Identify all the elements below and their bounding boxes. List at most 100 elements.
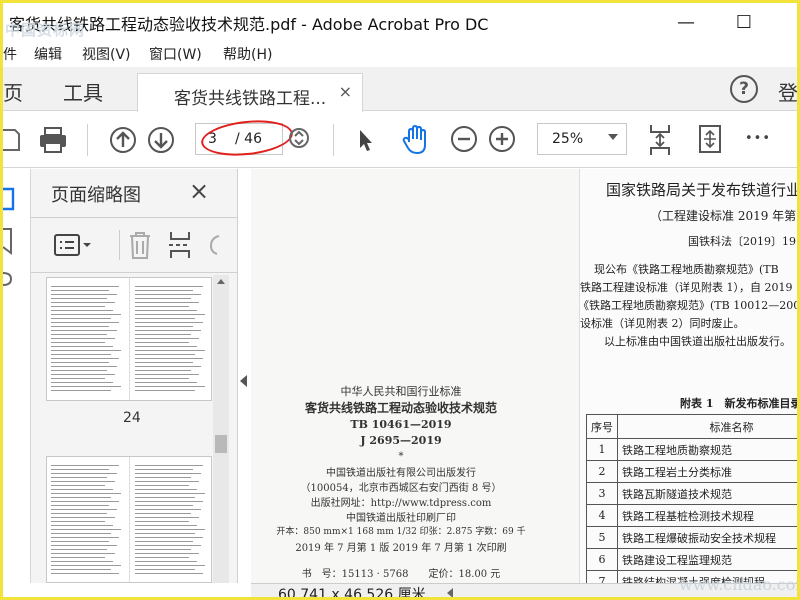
thumbnail-text-line xyxy=(135,573,203,574)
thumbnail-options-icon[interactable] xyxy=(53,232,93,264)
hand-tool-icon[interactable] xyxy=(399,123,433,157)
select-cursor-icon[interactable] xyxy=(355,126,377,154)
thumbnail-text-line xyxy=(51,573,119,574)
thumbnail-text-line xyxy=(135,521,189,522)
maximize-button[interactable]: ☐ xyxy=(721,9,767,35)
thumbnail-panel: 页面缩略图 × 24 xyxy=(31,169,238,583)
page-thumbnail[interactable] xyxy=(46,277,212,401)
thumbnail-text-line xyxy=(135,493,205,494)
document-view[interactable]: 中华人民共和国行业标准 客货共线铁路工程动态验收技术规范 TB 10461—20… xyxy=(251,169,797,583)
thumbnail-text-line xyxy=(51,370,107,371)
thumbnail-text-line xyxy=(51,541,109,542)
colophon-line: 书 号：15113 · 5768 定价：18.00 元 xyxy=(301,569,501,580)
more-tools-button[interactable]: ••• xyxy=(743,126,773,150)
next-page-icon[interactable] xyxy=(145,124,177,156)
thumbnail-text-line xyxy=(51,290,109,291)
thumbnail-text-line xyxy=(51,569,111,570)
extract-pages-icon[interactable] xyxy=(167,230,193,264)
page-thumbnail[interactable] xyxy=(46,456,212,583)
thumbnail-text-line xyxy=(51,489,113,490)
thumbnail-text-line xyxy=(51,533,111,534)
zoom-in-icon[interactable] xyxy=(487,124,517,154)
tab-home[interactable]: 主页 xyxy=(3,77,23,106)
thumbnail-text-line xyxy=(135,509,201,510)
menu-view[interactable]: 视图(V) xyxy=(82,44,131,64)
tab-document[interactable]: 客货共线铁路工程... × xyxy=(137,73,363,112)
thumbnail-scrollbar[interactable] xyxy=(213,275,229,583)
colophon-line: 中华人民共和国行业标准 xyxy=(340,385,462,398)
thumbnail-text-line xyxy=(135,485,189,486)
page-thumbnails-icon[interactable] xyxy=(3,185,17,217)
thumbnail-text-line xyxy=(51,314,121,315)
table-cell: 2 xyxy=(586,460,618,483)
thumbnail-text-line xyxy=(135,310,197,311)
thumbnail-text-line xyxy=(51,509,117,510)
thumbnail-text-line xyxy=(51,465,119,466)
scroll-mode-icon[interactable] xyxy=(695,122,725,156)
thumbnail-text-line xyxy=(135,322,203,323)
thumbnail-text-line xyxy=(135,350,205,351)
table-cell: 1 xyxy=(586,438,618,461)
title-bar: 客货共线铁路工程动态验收技术规范.pdf - Adobe Acrobat Pro… xyxy=(3,3,797,41)
thumbnail-text-line xyxy=(135,390,195,391)
table-row: 5 铁路工程爆破振动安全技术规程 xyxy=(586,526,797,549)
thumbnail-text-line xyxy=(51,537,119,538)
thumbnail-text-line xyxy=(135,565,205,566)
thumbnail-text-line xyxy=(51,469,109,470)
fit-page-icon[interactable] xyxy=(645,122,675,158)
thumbnail-text-line xyxy=(135,553,199,554)
minimize-button[interactable]: — xyxy=(663,9,709,35)
scrollbar-thumb[interactable] xyxy=(215,435,227,453)
zoom-level-select[interactable]: 25% xyxy=(537,123,627,155)
collapse-panel-arrow[interactable] xyxy=(240,375,247,387)
pdf-page-left: 中华人民共和国行业标准 客货共线铁路工程动态验收技术规范 TB 10461—20… xyxy=(251,169,579,583)
help-icon[interactable]: ? xyxy=(730,75,758,103)
menu-window[interactable]: 窗口(W) xyxy=(149,44,202,64)
thumbnail-text-line xyxy=(51,485,105,486)
thumbnail-text-line xyxy=(135,489,197,490)
chevron-down-icon xyxy=(608,134,618,140)
colophon-line: * xyxy=(398,451,404,462)
thumbnail-text-line xyxy=(135,549,191,550)
thumbnail-text-line xyxy=(135,529,205,530)
thumbnail-text-line xyxy=(51,529,121,530)
thumbnail-text-line xyxy=(51,358,119,359)
thumbnail-text-line xyxy=(51,517,115,518)
scroll-up-arrow[interactable] xyxy=(217,279,225,284)
thumbnail-text-line xyxy=(135,386,205,387)
paragraph-line: 以上标准由中国铁道出版社出版发行。 xyxy=(604,335,791,348)
colophon-line: 出版社网址：http://www.tdpress.com xyxy=(310,498,492,509)
menu-file[interactable]: 件 xyxy=(3,44,17,64)
tab-document-label: 客货共线铁路工程... xyxy=(174,89,327,109)
thumbnail-text-line xyxy=(135,338,199,339)
tab-tools[interactable]: 工具 xyxy=(63,77,103,106)
zoom-out-icon[interactable] xyxy=(449,124,479,154)
thumbnail-text-line xyxy=(135,557,189,558)
thumbnail-text-line xyxy=(135,473,201,474)
menu-help[interactable]: 帮助(H) xyxy=(223,44,272,64)
standards-table: 序号 标准名称 1 铁路工程地质勘察规范 2 铁路工程岩土分类标准 3 铁路瓦斯隧道技… xyxy=(586,414,797,583)
scroll-left-arrow[interactable] xyxy=(447,588,453,597)
attachments-icon[interactable] xyxy=(3,267,15,295)
colophon-line: 中国铁道出版社印刷厂印 xyxy=(346,513,456,524)
previous-page-icon[interactable] xyxy=(107,124,139,156)
menu-edit[interactable]: 编辑 xyxy=(34,44,62,64)
page-stepper-icon[interactable] xyxy=(287,126,311,150)
navigation-pane xyxy=(3,169,31,583)
table-cell: 6 xyxy=(586,548,618,571)
thumbnail-text-line xyxy=(135,517,199,518)
print-icon[interactable] xyxy=(37,124,69,156)
thumbnail-text-line xyxy=(135,286,203,287)
sign-in-link[interactable]: 登 xyxy=(778,77,797,106)
thumbnail-text-line xyxy=(135,370,191,371)
watermark-url: www.cndao.com xyxy=(679,575,800,594)
thumbnail-text-line xyxy=(51,294,117,295)
close-panel-button[interactable]: × xyxy=(189,177,209,205)
tab-close-button[interactable]: × xyxy=(339,82,352,101)
save-icon[interactable] xyxy=(3,126,21,154)
bookmarks-icon[interactable] xyxy=(3,227,15,259)
delete-page-icon[interactable] xyxy=(127,230,153,264)
rotate-icon[interactable] xyxy=(207,232,221,262)
menu-bar: 件 编辑 视图(V) 窗口(W) 帮助(H) xyxy=(3,41,797,67)
thumbnail-text-line xyxy=(135,561,197,562)
